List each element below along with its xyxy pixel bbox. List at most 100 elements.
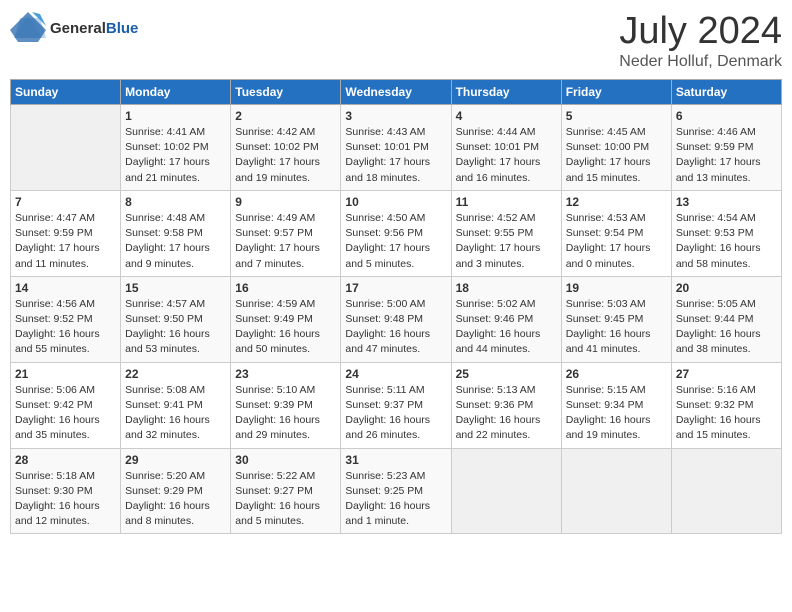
- day-info: Sunrise: 5:13 AM Sunset: 9:36 PM Dayligh…: [456, 383, 557, 444]
- calendar-cell: 26 Sunrise: 5:15 AM Sunset: 9:34 PM Dayli…: [561, 362, 671, 448]
- day-number: 31: [345, 453, 446, 467]
- day-header-wednesday: Wednesday: [341, 80, 451, 105]
- calendar-cell: 12 Sunrise: 4:53 AM Sunset: 9:54 PM Dayli…: [561, 190, 671, 276]
- day-number: 19: [566, 281, 667, 295]
- calendar-cell: 5Sunrise: 4:45 AM Sunset: 10:00 PM Dayli…: [561, 105, 671, 191]
- day-info: Sunrise: 5:23 AM Sunset: 9:25 PM Dayligh…: [345, 469, 446, 530]
- day-number: 23: [235, 367, 336, 381]
- calendar-table: SundayMondayTuesdayWednesdayThursdayFrid…: [10, 79, 782, 534]
- day-number: 28: [15, 453, 116, 467]
- day-info: Sunrise: 4:45 AM Sunset: 10:00 PM Daylig…: [566, 125, 667, 186]
- day-info: Sunrise: 5:05 AM Sunset: 9:44 PM Dayligh…: [676, 297, 777, 358]
- logo-icon: [10, 10, 46, 46]
- calendar-cell: 11 Sunrise: 4:52 AM Sunset: 9:55 PM Dayli…: [451, 190, 561, 276]
- day-number: 12: [566, 195, 667, 209]
- day-header-saturday: Saturday: [671, 80, 781, 105]
- week-row-3: 14 Sunrise: 4:56 AM Sunset: 9:52 PM Dayli…: [11, 276, 782, 362]
- calendar-cell: [671, 448, 781, 534]
- day-info: Sunrise: 4:46 AM Sunset: 9:59 PM Dayligh…: [676, 125, 777, 186]
- day-header-tuesday: Tuesday: [231, 80, 341, 105]
- calendar-cell: 8 Sunrise: 4:48 AM Sunset: 9:58 PM Daylig…: [121, 190, 231, 276]
- day-info: Sunrise: 5:08 AM Sunset: 9:41 PM Dayligh…: [125, 383, 226, 444]
- day-number: 17: [345, 281, 446, 295]
- day-info: Sunrise: 5:02 AM Sunset: 9:46 PM Dayligh…: [456, 297, 557, 358]
- day-number: 3: [345, 109, 446, 123]
- day-header-monday: Monday: [121, 80, 231, 105]
- day-number: 2: [235, 109, 336, 123]
- day-info: Sunrise: 4:41 AM Sunset: 10:02 PM Daylig…: [125, 125, 226, 186]
- day-number: 16: [235, 281, 336, 295]
- day-info: Sunrise: 5:10 AM Sunset: 9:39 PM Dayligh…: [235, 383, 336, 444]
- location-title: Neder Holluf, Denmark: [619, 53, 782, 71]
- logo-general: General: [50, 20, 106, 37]
- day-info: Sunrise: 4:59 AM Sunset: 9:49 PM Dayligh…: [235, 297, 336, 358]
- day-info: Sunrise: 4:43 AM Sunset: 10:01 PM Daylig…: [345, 125, 446, 186]
- day-number: 26: [566, 367, 667, 381]
- day-info: Sunrise: 5:15 AM Sunset: 9:34 PM Dayligh…: [566, 383, 667, 444]
- day-number: 13: [676, 195, 777, 209]
- calendar-cell: 13 Sunrise: 4:54 AM Sunset: 9:53 PM Dayli…: [671, 190, 781, 276]
- logo-blue: Blue: [106, 20, 139, 37]
- calendar-cell: 18 Sunrise: 5:02 AM Sunset: 9:46 PM Dayli…: [451, 276, 561, 362]
- day-header-thursday: Thursday: [451, 80, 561, 105]
- day-number: 15: [125, 281, 226, 295]
- day-header-sunday: Sunday: [11, 80, 121, 105]
- day-number: 14: [15, 281, 116, 295]
- month-title: July 2024: [619, 10, 782, 53]
- day-info: Sunrise: 5:06 AM Sunset: 9:42 PM Dayligh…: [15, 383, 116, 444]
- calendar-cell: 14 Sunrise: 4:56 AM Sunset: 9:52 PM Dayli…: [11, 276, 121, 362]
- day-info: Sunrise: 4:53 AM Sunset: 9:54 PM Dayligh…: [566, 211, 667, 272]
- calendar-cell: [451, 448, 561, 534]
- day-number: 21: [15, 367, 116, 381]
- calendar-cell: 24Sunrise: 5:11 AM Sunset: 9:37 PM Dayli…: [341, 362, 451, 448]
- calendar-cell: 2Sunrise: 4:42 AM Sunset: 10:02 PM Dayli…: [231, 105, 341, 191]
- day-number: 6: [676, 109, 777, 123]
- day-info: Sunrise: 4:52 AM Sunset: 9:55 PM Dayligh…: [456, 211, 557, 272]
- calendar-cell: 17Sunrise: 5:00 AM Sunset: 9:48 PM Dayli…: [341, 276, 451, 362]
- day-number: 30: [235, 453, 336, 467]
- day-info: Sunrise: 4:57 AM Sunset: 9:50 PM Dayligh…: [125, 297, 226, 358]
- week-row-1: 1 Sunrise: 4:41 AM Sunset: 10:02 PM Dayli…: [11, 105, 782, 191]
- title-area: July 2024 Neder Holluf, Denmark: [619, 10, 782, 71]
- calendar-cell: 28 Sunrise: 5:18 AM Sunset: 9:30 PM Dayli…: [11, 448, 121, 534]
- day-number: 29: [125, 453, 226, 467]
- calendar-cell: 19 Sunrise: 5:03 AM Sunset: 9:45 PM Dayli…: [561, 276, 671, 362]
- day-info: Sunrise: 5:16 AM Sunset: 9:32 PM Dayligh…: [676, 383, 777, 444]
- calendar-cell: [561, 448, 671, 534]
- calendar-cell: 10Sunrise: 4:50 AM Sunset: 9:56 PM Dayli…: [341, 190, 451, 276]
- week-row-4: 21 Sunrise: 5:06 AM Sunset: 9:42 PM Dayli…: [11, 362, 782, 448]
- day-number: 24: [345, 367, 446, 381]
- day-info: Sunrise: 4:49 AM Sunset: 9:57 PM Dayligh…: [235, 211, 336, 272]
- day-number: 1: [125, 109, 226, 123]
- calendar-cell: 27Sunrise: 5:16 AM Sunset: 9:32 PM Dayli…: [671, 362, 781, 448]
- calendar-cell: 7 Sunrise: 4:47 AM Sunset: 9:59 PM Daylig…: [11, 190, 121, 276]
- calendar-cell: 16 Sunrise: 4:59 AM Sunset: 9:49 PM Dayli…: [231, 276, 341, 362]
- calendar-cell: 31 Sunrise: 5:23 AM Sunset: 9:25 PM Dayli…: [341, 448, 451, 534]
- logo-text: General Blue: [50, 20, 138, 37]
- day-number: 8: [125, 195, 226, 209]
- calendar-cell: 6 Sunrise: 4:46 AM Sunset: 9:59 PM Daylig…: [671, 105, 781, 191]
- week-row-2: 7 Sunrise: 4:47 AM Sunset: 9:59 PM Daylig…: [11, 190, 782, 276]
- day-info: Sunrise: 4:47 AM Sunset: 9:59 PM Dayligh…: [15, 211, 116, 272]
- calendar-cell: [11, 105, 121, 191]
- day-number: 4: [456, 109, 557, 123]
- calendar-cell: 25Sunrise: 5:13 AM Sunset: 9:36 PM Dayli…: [451, 362, 561, 448]
- page-header: General Blue July 2024 Neder Holluf, Den…: [10, 10, 782, 71]
- day-number: 11: [456, 195, 557, 209]
- day-info: Sunrise: 4:44 AM Sunset: 10:01 PM Daylig…: [456, 125, 557, 186]
- day-info: Sunrise: 4:54 AM Sunset: 9:53 PM Dayligh…: [676, 211, 777, 272]
- calendar-cell: 9 Sunrise: 4:49 AM Sunset: 9:57 PM Daylig…: [231, 190, 341, 276]
- calendar-cell: 23 Sunrise: 5:10 AM Sunset: 9:39 PM Dayli…: [231, 362, 341, 448]
- day-header-friday: Friday: [561, 80, 671, 105]
- day-number: 20: [676, 281, 777, 295]
- day-info: Sunrise: 5:18 AM Sunset: 9:30 PM Dayligh…: [15, 469, 116, 530]
- day-number: 7: [15, 195, 116, 209]
- day-number: 9: [235, 195, 336, 209]
- day-info: Sunrise: 5:03 AM Sunset: 9:45 PM Dayligh…: [566, 297, 667, 358]
- day-info: Sunrise: 4:48 AM Sunset: 9:58 PM Dayligh…: [125, 211, 226, 272]
- day-info: Sunrise: 5:20 AM Sunset: 9:29 PM Dayligh…: [125, 469, 226, 530]
- days-header-row: SundayMondayTuesdayWednesdayThursdayFrid…: [11, 80, 782, 105]
- day-info: Sunrise: 4:56 AM Sunset: 9:52 PM Dayligh…: [15, 297, 116, 358]
- logo: General Blue: [10, 10, 138, 46]
- day-number: 18: [456, 281, 557, 295]
